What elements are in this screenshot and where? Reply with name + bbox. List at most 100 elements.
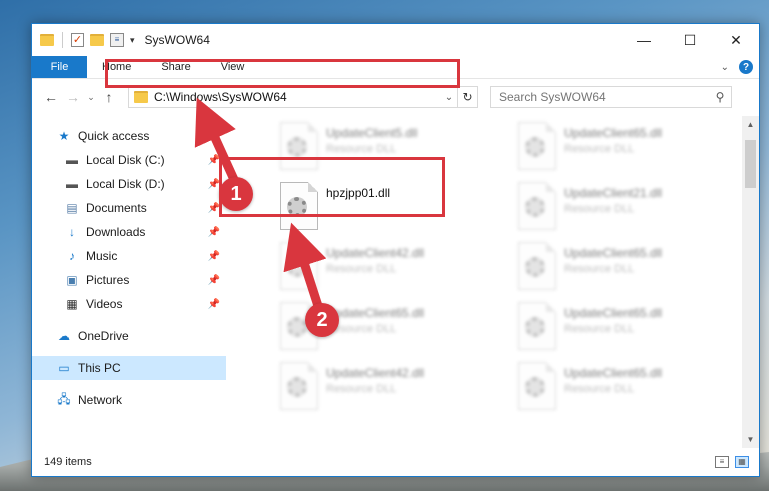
back-arrow-icon[interactable]: ← (40, 89, 62, 105)
star-icon: ★ (58, 129, 70, 143)
properties-check-icon[interactable]: ✓ (71, 33, 84, 47)
file-item[interactable]: UpdateClient42.dll Resource DLL (254, 238, 484, 298)
file-item[interactable]: UpdateClient65.dll Resource DLL (254, 298, 484, 358)
network-icon: 🖧 (57, 391, 71, 406)
refresh-icon[interactable]: ↻ (457, 87, 477, 107)
maximize-button[interactable]: ☐ (667, 24, 713, 56)
file-name: UpdateClient65.dll (564, 306, 663, 320)
status-bar: 149 items ≡ ▦ (32, 448, 759, 476)
sidebar-item-local-disk-c[interactable]: ▬ Local Disk (C:) 📌 (32, 148, 226, 172)
pictures-icon: ▣ (66, 273, 78, 287)
details-view-icon[interactable]: ≡ (715, 456, 729, 468)
sidebar-item-local-disk-d[interactable]: ▬ Local Disk (D:) 📌 (32, 172, 226, 196)
gear-icon (525, 257, 545, 277)
gear-icon (287, 257, 307, 277)
sidebar-item-network[interactable]: 🖧 Network (32, 388, 226, 412)
forward-arrow-icon[interactable]: → (62, 89, 84, 105)
sidebar-item-this-pc[interactable]: ▭ This PC (32, 356, 226, 380)
search-icon[interactable]: ⚲ (709, 90, 731, 104)
address-bar[interactable]: C:\Windows\SysWOW64 ⌄ ↻ (128, 86, 478, 108)
dll-file-icon (518, 182, 556, 230)
file-text: UpdateClient65.dll Resource DLL (564, 358, 662, 395)
quick-access-toolbar: ✓ ≡ ▾ (32, 32, 135, 48)
file-highlight (219, 157, 445, 217)
sidebar-item-label: Network (78, 393, 123, 407)
file-item[interactable]: UpdateClient65.dll Resource DLL (492, 358, 722, 418)
sidebar-item-onedrive[interactable]: ☁ OneDrive (32, 324, 226, 348)
file-type: Resource DLL (564, 143, 635, 155)
vertical-scrollbar[interactable]: ▲ ▼ (742, 116, 759, 448)
sidebar-item-pictures[interactable]: ▣ Pictures 📌 (32, 268, 226, 292)
sidebar-item-documents[interactable]: ▤ Documents 📌 (32, 196, 226, 220)
sidebar-item-label: Documents (86, 201, 147, 215)
close-button[interactable]: ✕ (713, 24, 759, 56)
documents-icon: ▤ (66, 201, 78, 215)
dll-file-icon (518, 302, 556, 350)
folder-icon (40, 34, 54, 46)
sidebar-item-music[interactable]: ♪ Music 📌 (32, 244, 226, 268)
file-text: UpdateClient65.dll Resource DLL (564, 298, 662, 335)
file-type: Resource DLL (564, 323, 635, 335)
recent-locations-chevron-icon[interactable]: ⌄ (84, 92, 98, 103)
expand-ribbon-icon[interactable]: ⌄ (721, 62, 729, 73)
sidebar-item-label: Pictures (86, 273, 130, 287)
file-type: Resource DLL (326, 263, 397, 275)
file-name: UpdateClient65.dll (326, 306, 425, 320)
pin-icon: 📌 (207, 274, 220, 286)
music-icon: ♪ (69, 249, 75, 263)
file-text: UpdateClient65.dll Resource DLL (564, 118, 662, 155)
file-name: UpdateClient21.dll (564, 186, 663, 200)
file-name: UpdateClient65.dll (564, 366, 663, 380)
file-item[interactable]: UpdateClient65.dll Resource DLL (492, 238, 722, 298)
sidebar-item-label: Local Disk (D:) (86, 177, 165, 191)
file-name: UpdateClient5.dll (326, 126, 418, 140)
drive-icon: ▬ (66, 177, 78, 191)
file-item[interactable]: UpdateClient42.dll Resource DLL (254, 358, 484, 418)
view-switcher: ≡ ▦ (715, 456, 759, 468)
window-controls: — ☐ ✕ (621, 24, 759, 56)
ribbon-right: ⌄ ? (721, 56, 759, 78)
minimize-button[interactable]: — (621, 24, 667, 56)
chevron-down-icon[interactable]: ▾ (130, 35, 135, 46)
tiles-view-icon[interactable]: ▦ (735, 456, 749, 468)
navigation-pane: ★ Quick access ▬ Local Disk (C:) 📌 ▬ Loc… (32, 116, 226, 448)
sidebar-item-label: Quick access (78, 129, 150, 143)
file-item[interactable]: UpdateClient21.dll Resource DLL (492, 178, 722, 238)
file-item[interactable]: UpdateClient65.dll Resource DLL (492, 118, 722, 178)
new-folder-icon[interactable] (90, 34, 104, 46)
dll-file-icon (518, 242, 556, 290)
sidebar-item-videos[interactable]: ▦ Videos 📌 (32, 292, 226, 316)
sidebar-item-quick-access[interactable]: ★ Quick access (32, 124, 226, 148)
scroll-thumb[interactable] (745, 140, 756, 188)
dll-file-icon (280, 362, 318, 410)
chevron-down-icon[interactable]: ⌄ (441, 92, 457, 103)
up-arrow-icon[interactable]: ↑ (98, 89, 120, 105)
sidebar-item-label: OneDrive (78, 329, 129, 343)
file-name: UpdateClient42.dll (326, 366, 425, 380)
file-type: Resource DLL (326, 323, 397, 335)
file-item[interactable]: UpdateClient65.dll Resource DLL (492, 298, 722, 358)
file-type: Resource DLL (564, 203, 635, 215)
gear-icon (525, 197, 545, 217)
sidebar-item-downloads[interactable]: ↓ Downloads 📌 (32, 220, 226, 244)
gear-icon (525, 377, 545, 397)
file-name: UpdateClient65.dll (564, 246, 663, 260)
customize-icon[interactable]: ≡ (110, 33, 124, 47)
tab-file[interactable]: File (32, 56, 87, 78)
address-path[interactable]: C:\Windows\SysWOW64 (154, 90, 441, 104)
cloud-icon: ☁ (58, 329, 70, 343)
gear-icon (287, 377, 307, 397)
folder-icon (134, 91, 148, 103)
search-input[interactable] (499, 90, 709, 104)
file-text: UpdateClient42.dll Resource DLL (326, 238, 424, 275)
search-box[interactable]: ⚲ (490, 86, 732, 108)
gear-icon (525, 137, 545, 157)
title-bar: ✓ ≡ ▾ SysWOW64 — ☐ ✕ (32, 24, 759, 56)
gear-icon (287, 137, 307, 157)
help-icon[interactable]: ? (739, 60, 753, 74)
scroll-up-icon[interactable]: ▲ (742, 116, 759, 133)
scroll-down-icon[interactable]: ▼ (742, 431, 759, 448)
